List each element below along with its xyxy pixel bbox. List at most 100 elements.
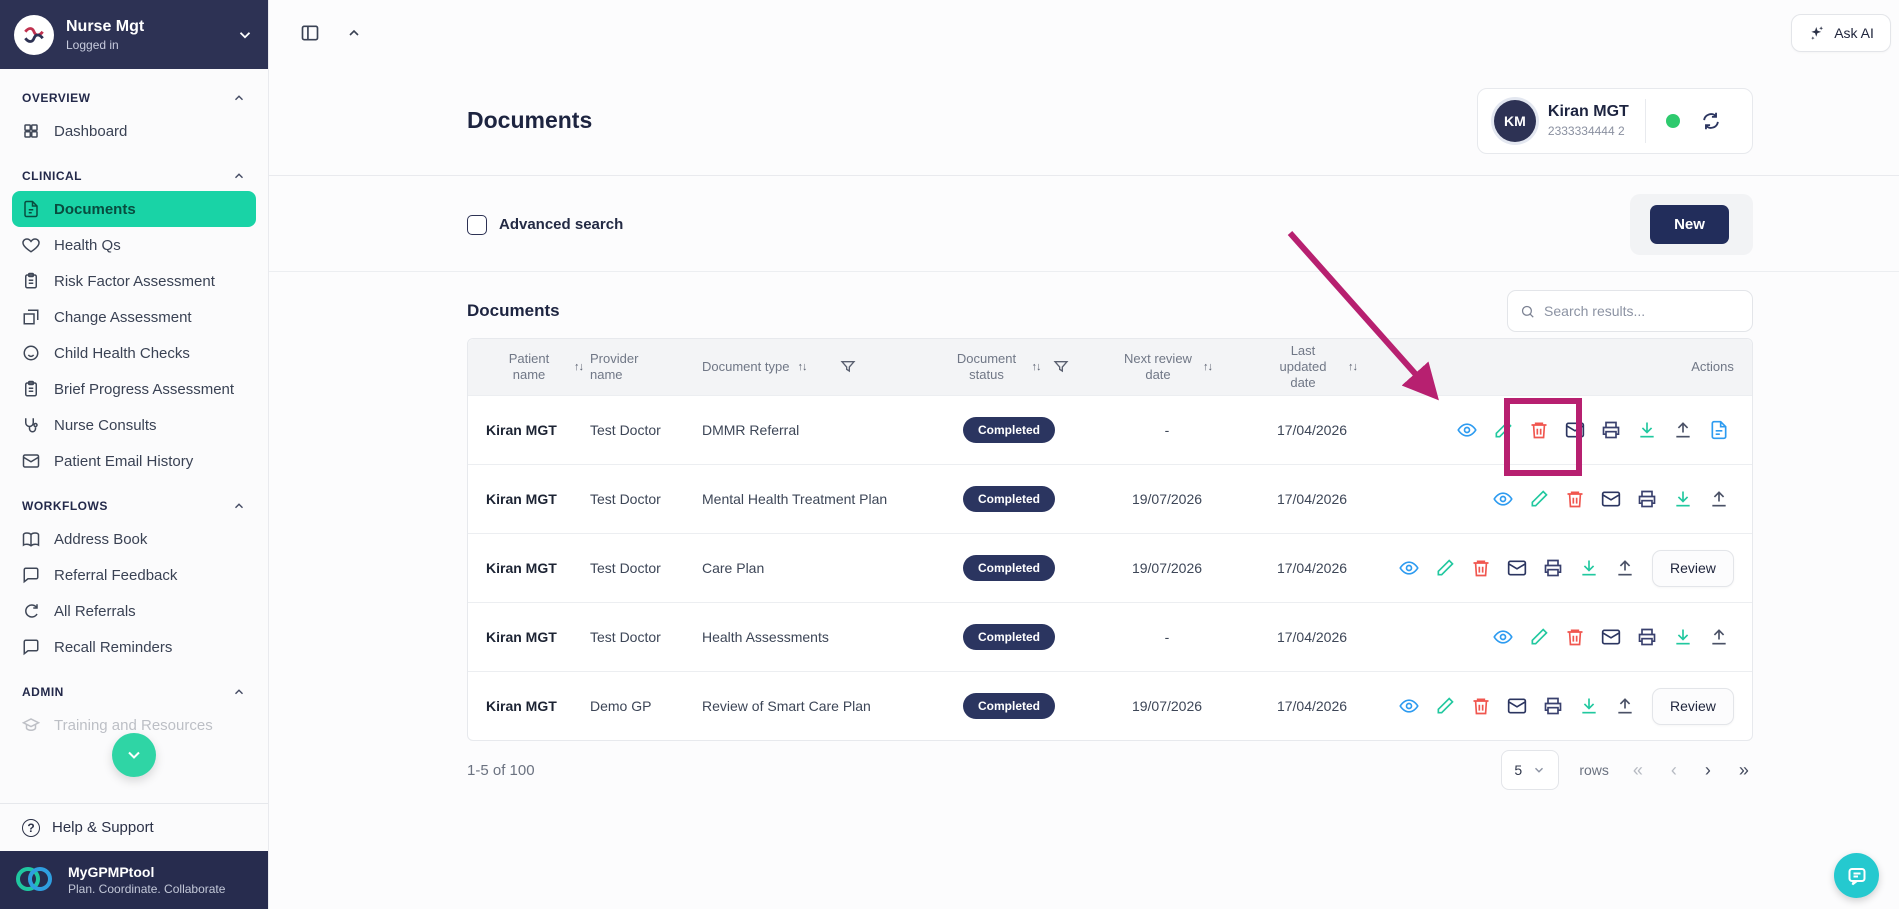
edit-button[interactable] bbox=[1524, 484, 1554, 514]
upload-button[interactable] bbox=[1610, 691, 1640, 721]
email-button[interactable] bbox=[1560, 415, 1590, 445]
advanced-search-toggle[interactable]: Advanced search bbox=[467, 214, 623, 235]
upload-button[interactable] bbox=[1668, 415, 1698, 445]
search-input[interactable] bbox=[1544, 303, 1740, 319]
advanced-search-checkbox[interactable] bbox=[467, 214, 487, 235]
view-button[interactable] bbox=[1488, 484, 1518, 514]
delete-button[interactable] bbox=[1503, 398, 1582, 476]
download-button[interactable] bbox=[1668, 484, 1698, 514]
print-button[interactable] bbox=[1632, 484, 1662, 514]
delete-button[interactable] bbox=[1466, 553, 1496, 583]
cell-provider: Test Doctor bbox=[590, 422, 661, 438]
sort-icon[interactable]: ↑↓ bbox=[1202, 361, 1213, 373]
table-header-row: Documents bbox=[269, 290, 1899, 332]
cell-document-type: Health Assessments bbox=[702, 629, 829, 645]
file-icon bbox=[1709, 420, 1729, 440]
patient-card[interactable]: KM Kiran MGT 2333334444 2 bbox=[1476, 87, 1753, 154]
search-box[interactable] bbox=[1506, 290, 1753, 332]
pencil-icon bbox=[1435, 696, 1455, 716]
help-and-support[interactable]: ? Help & Support bbox=[0, 803, 268, 851]
sidebar-item-brief-progress-assessment[interactable]: Brief Progress Assessment bbox=[12, 371, 256, 407]
sidebar-item-risk-factor-assessment[interactable]: Risk Factor Assessment bbox=[12, 263, 256, 299]
edit-button[interactable] bbox=[1488, 415, 1518, 445]
section-workflows[interactable]: WORKFLOWS bbox=[22, 499, 246, 513]
download-button[interactable] bbox=[1668, 622, 1698, 652]
printer-icon bbox=[1543, 558, 1563, 578]
filter-icon[interactable] bbox=[840, 359, 856, 375]
email-button[interactable] bbox=[1596, 484, 1626, 514]
first-page-button[interactable]: « bbox=[1629, 758, 1647, 783]
stethoscope-icon bbox=[22, 416, 40, 434]
cell-next-review: 19/07/2026 bbox=[1131, 698, 1203, 714]
sort-icon[interactable]: ↑↓ bbox=[1031, 361, 1042, 373]
download-button[interactable] bbox=[1632, 415, 1662, 445]
delete-button[interactable] bbox=[1560, 484, 1590, 514]
delete-button[interactable] bbox=[1466, 691, 1496, 721]
sort-icon[interactable]: ↑↓ bbox=[573, 361, 584, 373]
chat-widget-button[interactable] bbox=[1834, 853, 1879, 898]
email-button[interactable] bbox=[1502, 553, 1532, 583]
sidebar-item-referral-feedback[interactable]: Referral Feedback bbox=[12, 557, 256, 593]
previous-page-button[interactable]: ‹ bbox=[1667, 758, 1681, 783]
document-button[interactable] bbox=[1704, 415, 1734, 445]
sidebar-item-child-health-checks[interactable]: Child Health Checks bbox=[12, 335, 256, 371]
ask-ai-button[interactable]: Ask AI bbox=[1791, 14, 1891, 52]
sidebar-item-dashboard[interactable]: Dashboard bbox=[12, 113, 256, 149]
view-button[interactable] bbox=[1394, 553, 1424, 583]
filter-icon[interactable] bbox=[1053, 359, 1069, 375]
edit-button[interactable] bbox=[1524, 622, 1554, 652]
printer-icon bbox=[1637, 489, 1657, 509]
print-button[interactable] bbox=[1632, 622, 1662, 652]
sidebar-item-documents[interactable]: Documents bbox=[12, 191, 256, 227]
email-button[interactable] bbox=[1502, 691, 1532, 721]
page-size-select[interactable]: 5 bbox=[1501, 750, 1560, 790]
sort-icon[interactable]: ↑↓ bbox=[796, 361, 807, 373]
edit-button[interactable] bbox=[1430, 553, 1460, 583]
cell-document-type: Care Plan bbox=[702, 560, 765, 576]
review-button[interactable]: Review bbox=[1652, 687, 1734, 725]
review-button[interactable]: Review bbox=[1652, 549, 1734, 587]
sync-icon[interactable] bbox=[1700, 110, 1722, 132]
sidebar-collapse-chevron-icon[interactable] bbox=[236, 26, 254, 44]
topbar: Ask AI bbox=[269, 0, 1899, 66]
section-overview[interactable]: OVERVIEW bbox=[22, 91, 246, 105]
section-admin[interactable]: ADMIN bbox=[22, 685, 246, 699]
sidebar-item-address-book[interactable]: Address Book bbox=[12, 521, 256, 557]
edit-button[interactable] bbox=[1430, 691, 1460, 721]
upload-button[interactable] bbox=[1704, 622, 1734, 652]
section-clinical[interactable]: CLINICAL bbox=[22, 169, 246, 183]
sidebar-item-health-qs[interactable]: Health Qs bbox=[12, 227, 256, 263]
email-button[interactable] bbox=[1596, 622, 1626, 652]
view-button[interactable] bbox=[1394, 691, 1424, 721]
last-page-button[interactable]: » bbox=[1735, 758, 1753, 783]
eye-icon bbox=[1399, 558, 1419, 578]
mail-icon bbox=[1601, 627, 1621, 647]
clipboard-icon bbox=[22, 272, 40, 290]
view-button[interactable] bbox=[1488, 622, 1518, 652]
sidebar-scroll-down-button[interactable] bbox=[112, 733, 156, 777]
download-button[interactable] bbox=[1574, 553, 1604, 583]
print-button[interactable] bbox=[1596, 415, 1626, 445]
view-button[interactable] bbox=[1452, 415, 1482, 445]
next-page-button[interactable]: › bbox=[1701, 758, 1715, 783]
eye-icon bbox=[1493, 489, 1513, 509]
status-badge: Completed bbox=[962, 555, 1055, 581]
collapse-header-button[interactable] bbox=[342, 21, 366, 45]
print-button[interactable] bbox=[1538, 691, 1568, 721]
help-icon: ? bbox=[22, 818, 40, 837]
print-button[interactable] bbox=[1538, 553, 1568, 583]
online-status-dot bbox=[1665, 113, 1680, 128]
upload-button[interactable] bbox=[1704, 484, 1734, 514]
new-document-button[interactable]: New bbox=[1650, 205, 1729, 244]
delete-button[interactable] bbox=[1560, 622, 1590, 652]
sidebar-item-patient-email-history[interactable]: Patient Email History bbox=[12, 443, 256, 479]
sidebar-item-recall-reminders[interactable]: Recall Reminders bbox=[12, 629, 256, 665]
sidebar-item-all-referrals[interactable]: All Referrals bbox=[12, 593, 256, 629]
refresh-icon bbox=[22, 602, 40, 620]
sidebar-toggle-button[interactable] bbox=[296, 19, 324, 47]
download-button[interactable] bbox=[1574, 691, 1604, 721]
sort-icon[interactable]: ↑↓ bbox=[1347, 361, 1358, 373]
sidebar-item-nurse-consults[interactable]: Nurse Consults bbox=[12, 407, 256, 443]
upload-button[interactable] bbox=[1610, 553, 1640, 583]
sidebar-item-change-assessment[interactable]: Change Assessment bbox=[12, 299, 256, 335]
